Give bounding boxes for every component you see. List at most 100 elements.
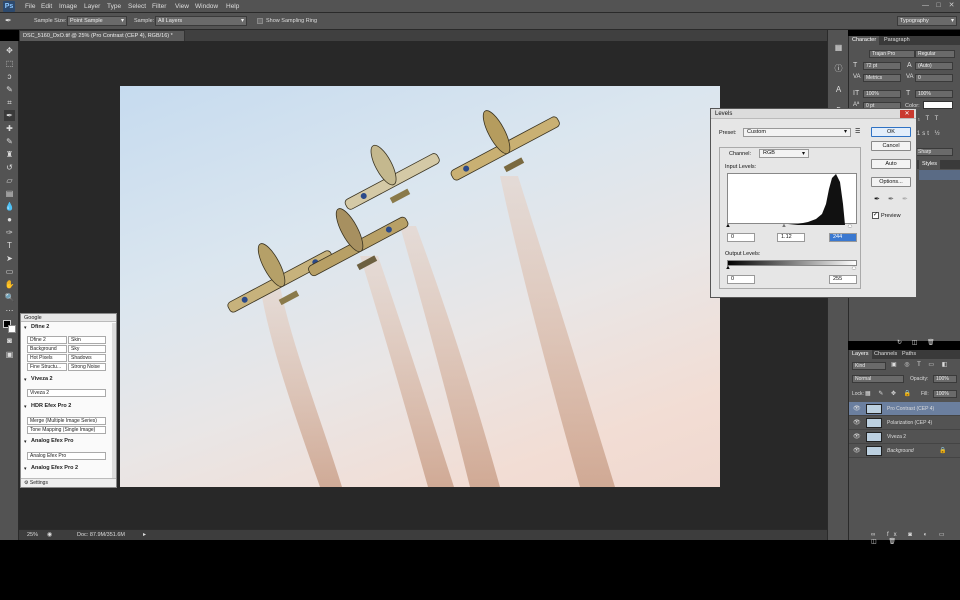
workspace-select[interactable]: Typography	[897, 16, 957, 26]
input-black-field[interactable]: 0	[727, 233, 755, 242]
menu-layer[interactable]: Layer	[84, 3, 100, 10]
cancel-button[interactable]: Cancel	[871, 141, 911, 151]
tab-paths[interactable]: Paths	[899, 350, 919, 359]
show-ring-checkbox[interactable]	[257, 18, 263, 24]
google-scrollbar[interactable]	[112, 323, 116, 478]
analog2-collapse-icon[interactable]: ▾	[24, 466, 27, 472]
output-white-slider[interactable]: ▲	[851, 265, 857, 271]
menu-edit[interactable]: Edit	[41, 3, 52, 10]
dodge-tool-icon[interactable]: ●	[4, 214, 15, 225]
visibility-eye-icon[interactable]: 👁	[853, 416, 861, 430]
layer-row-background[interactable]: 👁 Background 🔒	[849, 444, 960, 458]
input-gamma-field[interactable]: 1.12	[777, 233, 805, 242]
eraser-tool-icon[interactable]: ▱	[4, 175, 15, 186]
dfine-collapse-icon[interactable]: ▾	[24, 325, 27, 331]
black-point-eyedropper-icon[interactable]: ✒	[874, 195, 880, 203]
strong-noise-button[interactable]: Strong Noise	[68, 363, 106, 371]
tab-styles[interactable]: Styles	[919, 160, 940, 169]
minimize-icon[interactable]: —	[921, 2, 930, 10]
skin-button[interactable]: Skin	[68, 336, 106, 344]
horizontal-scale-field[interactable]: 100%	[915, 90, 953, 98]
tab-channels[interactable]: Channels	[871, 350, 900, 359]
leading-field[interactable]: (Auto)	[915, 62, 953, 70]
preset-options-icon[interactable]: ☰	[855, 128, 860, 135]
hand-tool-icon[interactable]: ✋	[4, 279, 15, 290]
preview-checkbox[interactable]: ✓	[872, 212, 879, 219]
blur-tool-icon[interactable]: 💧	[4, 201, 15, 212]
pen-tool-icon[interactable]: ✑	[4, 227, 15, 238]
layer-row-pro-contrast[interactable]: 👁 Pro Contrast (CEP 4)	[849, 402, 960, 416]
input-gamma-slider[interactable]: ▲	[781, 223, 787, 229]
shadows-button[interactable]: Shadows	[68, 354, 106, 362]
input-white-slider[interactable]: ▲	[847, 223, 853, 229]
info-icon[interactable]: ⓘ	[833, 63, 844, 74]
brush-tool-icon[interactable]: ✎	[4, 136, 15, 147]
close-icon[interactable]: ✕	[947, 2, 956, 10]
document-tab[interactable]: DSC_5160_DxO.tif @ 25% (Pro Contrast (CE…	[19, 30, 185, 41]
font-family-select[interactable]: Trajan Pro	[869, 50, 915, 58]
fine-structure-button[interactable]: Fine Structu...	[27, 363, 67, 371]
close-icon[interactable]: ✕	[900, 110, 914, 118]
visibility-eye-icon[interactable]: 👁	[853, 402, 861, 416]
layers-footer-icons[interactable]: ∞ fx ◙ ◐ ▭ ◫ 🗑	[871, 531, 960, 545]
tab-layers[interactable]: Layers	[849, 350, 872, 359]
crop-tool-icon[interactable]: ⌗	[4, 97, 15, 108]
opacity-field[interactable]: 100%	[933, 375, 957, 383]
analog-collapse-icon[interactable]: ▾	[24, 439, 27, 445]
status-menu-icon[interactable]: ▸	[143, 531, 146, 538]
zoom-level[interactable]: 25%	[27, 532, 38, 538]
sample-size-select[interactable]: Point Sample	[67, 16, 127, 26]
channel-dropdown-icon[interactable]: ▾	[802, 150, 805, 157]
tab-paragraph[interactable]: Paragraph	[881, 36, 913, 45]
tone-mapping-button[interactable]: Tone Mapping (Single Image)	[27, 426, 106, 434]
text-color-swatch[interactable]	[923, 101, 953, 109]
history-brush-icon[interactable]: ↺	[4, 162, 15, 173]
maximize-icon[interactable]: □	[934, 2, 943, 10]
input-white-field[interactable]: 244	[829, 233, 857, 242]
zoom-tool-icon[interactable]: 🔍	[4, 292, 15, 303]
menu-select[interactable]: Select	[128, 3, 146, 10]
font-style-select[interactable]: Regular	[915, 50, 955, 58]
vertical-scale-field[interactable]: 100%	[863, 90, 901, 98]
menu-file[interactable]: File	[25, 3, 35, 10]
eyedropper-tool-icon[interactable]: ✒	[4, 110, 15, 121]
visibility-eye-icon[interactable]: 👁	[853, 444, 861, 458]
history-icon[interactable]: ▦	[833, 42, 844, 53]
menu-help[interactable]: Help	[226, 3, 239, 10]
character-icon[interactable]: A	[833, 84, 844, 95]
gray-point-eyedropper-icon[interactable]: ✒	[888, 195, 894, 203]
sample-select[interactable]: All Layers	[155, 16, 247, 26]
styles-footer-icons[interactable]: ↻ ◫ 🗑	[897, 339, 939, 346]
share-icon[interactable]: ◉	[47, 531, 52, 538]
ok-button[interactable]: OK	[871, 127, 911, 137]
photo-canvas[interactable]	[120, 86, 720, 487]
more-tools-icon[interactable]: ⋯	[4, 305, 15, 316]
anti-alias-select[interactable]: Sharp	[915, 148, 953, 156]
clone-stamp-icon[interactable]: ♜	[4, 149, 15, 160]
move-tool-icon[interactable]: ✥	[4, 45, 15, 56]
preset-dropdown-icon[interactable]: ▾	[844, 128, 847, 135]
hot-pixels-button[interactable]: Hot Pixels	[27, 354, 67, 362]
quick-mask-icon[interactable]: ◙	[4, 335, 15, 346]
path-select-icon[interactable]: ➤	[4, 253, 15, 264]
lasso-tool-icon[interactable]: ↄ	[4, 71, 15, 82]
background-color-swatch[interactable]	[8, 325, 16, 333]
merge-button[interactable]: Merge (Multiple Image Series)	[27, 417, 106, 425]
tracking-field[interactable]: 0	[915, 74, 953, 82]
menu-view[interactable]: View	[175, 3, 189, 10]
visibility-eye-icon[interactable]: 👁	[853, 430, 861, 444]
viveza-button[interactable]: Viveza 2	[27, 389, 106, 397]
menu-window[interactable]: Window	[195, 3, 218, 10]
output-white-field[interactable]: 255	[829, 275, 857, 284]
menu-image[interactable]: Image	[59, 3, 77, 10]
sky-button[interactable]: Sky	[68, 345, 106, 353]
options-button[interactable]: Options...	[871, 177, 911, 187]
white-point-eyedropper-icon[interactable]: ✒	[902, 195, 908, 203]
blend-mode-select[interactable]: Normal	[852, 375, 904, 383]
kerning-field[interactable]: Metrics	[863, 74, 901, 82]
layer-filter-icons[interactable]: ▣ ◎ T ▭ ◧	[891, 361, 950, 368]
fill-field[interactable]: 100%	[933, 390, 957, 398]
lock-icons[interactable]: ▦ ✎ ✥ 🔒	[865, 390, 914, 397]
quick-select-icon[interactable]: ✎	[4, 84, 15, 95]
marquee-tool-icon[interactable]: ⬚	[4, 58, 15, 69]
